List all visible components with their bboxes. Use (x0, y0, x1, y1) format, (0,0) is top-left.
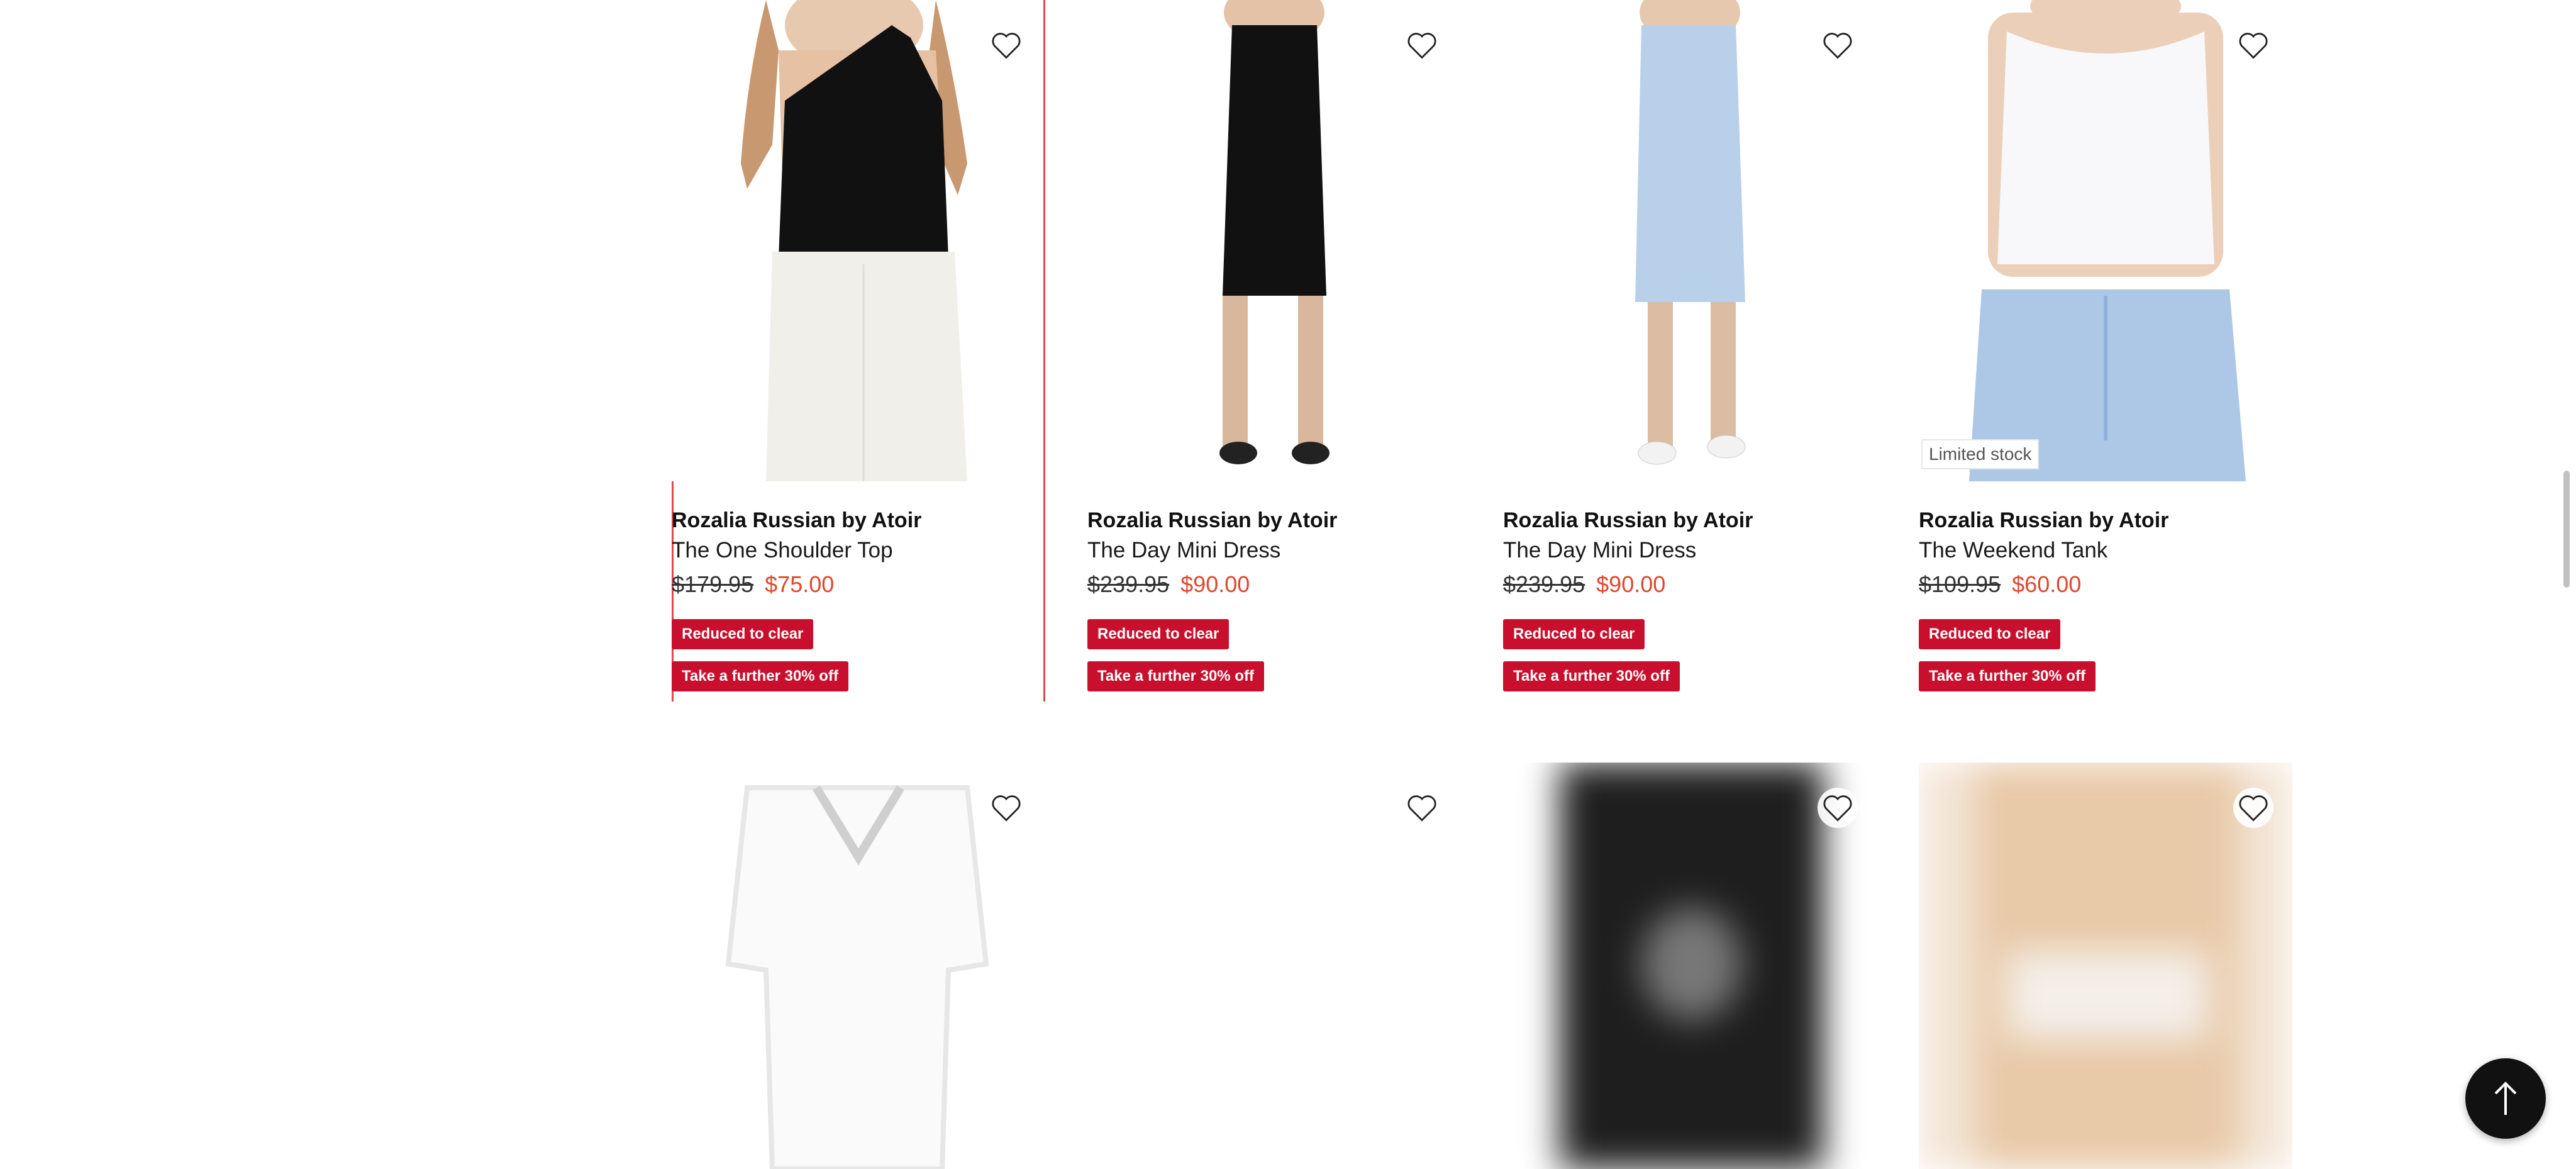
was-price: $109.95 (1919, 571, 2001, 597)
heart-outline-icon (992, 33, 1021, 59)
product-brand: Rozalia Russian by Atoir (1087, 508, 1338, 532)
sale-price: $90.00 (1180, 571, 1250, 597)
sale-price: $75.00 (765, 571, 835, 597)
product-title[interactable]: The Day Mini Dress (1087, 538, 1280, 563)
product-prices: $179.95 $75.00 (672, 571, 834, 598)
product-brand: Rozalia Russian by Atoir (672, 508, 922, 532)
product-card[interactable]: Rozalia Russian by Atoir The One Shoulde… (672, 0, 1045, 702)
product-image[interactable] (1087, 0, 1461, 481)
product-image[interactable] (672, 763, 1045, 1169)
product-prices: $109.95 $60.00 (1919, 571, 2081, 598)
reduced-tag: Reduced to clear (1919, 619, 2061, 649)
page-scrollbar[interactable] (2563, 471, 2570, 588)
heart-outline-icon (2239, 33, 2268, 59)
product-photo-day-mini-dress-black (1087, 0, 1461, 481)
further-off-tag: Take a further 30% off (1503, 661, 1680, 691)
product-photo-loading (1919, 763, 2292, 1169)
wishlist-button[interactable] (1402, 788, 1442, 828)
product-title[interactable]: The Day Mini Dress (1503, 538, 1696, 563)
limited-stock-badge: Limited stock (1921, 439, 2040, 469)
reduced-tag: Reduced to clear (672, 619, 814, 649)
product-card[interactable]: Rozalia Russian by Atoir The Day Mini Dr… (1503, 0, 1877, 702)
product-image[interactable] (1087, 763, 1461, 1169)
product-card[interactable] (1087, 763, 1461, 1169)
was-price: $239.95 (1503, 571, 1585, 597)
reduced-tag: Reduced to clear (1503, 619, 1645, 649)
product-photo-loading (1503, 763, 1877, 1169)
reduced-tag: Reduced to clear (1087, 619, 1230, 649)
product-image[interactable] (672, 0, 1045, 481)
wishlist-button[interactable] (2233, 788, 2273, 828)
heart-outline-icon (1407, 33, 1436, 59)
was-price: $239.95 (1087, 571, 1170, 597)
wishlist-button[interactable] (986, 788, 1026, 828)
arrow-up-icon (2494, 1082, 2517, 1115)
product-card[interactable] (1503, 763, 1877, 1169)
wishlist-button[interactable] (1818, 25, 1858, 65)
product-card[interactable]: Limited stock Rozalia Russian by Atoir T… (1919, 0, 2292, 702)
product-photo-one-shoulder-top (672, 0, 1045, 481)
was-price: $179.95 (672, 571, 754, 597)
wishlist-button[interactable] (1818, 788, 1858, 828)
heart-outline-icon (992, 795, 1021, 822)
sale-price: $60.00 (2012, 571, 2082, 597)
heart-outline-icon (1823, 33, 1852, 59)
further-off-tag: Take a further 30% off (1919, 661, 2096, 691)
product-photo-weekend-tank (1919, 0, 2292, 481)
sale-price: $90.00 (1596, 571, 1666, 597)
further-off-tag: Take a further 30% off (1087, 661, 1264, 691)
product-title[interactable]: The One Shoulder Top (672, 538, 893, 563)
wishlist-button[interactable] (986, 25, 1026, 65)
back-to-top-button[interactable] (2465, 1058, 2546, 1139)
product-prices: $239.95 $90.00 (1087, 571, 1250, 598)
product-image[interactable] (1503, 0, 1877, 481)
product-image[interactable] (1919, 763, 2292, 1169)
heart-outline-icon (1823, 795, 1852, 822)
product-card[interactable]: Rozalia Russian by Atoir The Day Mini Dr… (1087, 0, 1461, 702)
wishlist-button[interactable] (2233, 25, 2273, 65)
product-photo-day-mini-dress-blue (1503, 0, 1877, 481)
further-off-tag: Take a further 30% off (672, 661, 848, 691)
product-card[interactable] (672, 763, 1045, 1169)
product-image[interactable] (1503, 763, 1877, 1169)
product-brand: Rozalia Russian by Atoir (1503, 508, 1753, 532)
product-brand: Rozalia Russian by Atoir (1919, 508, 2169, 532)
product-title[interactable]: The Weekend Tank (1919, 538, 2107, 563)
product-card[interactable] (1919, 763, 2292, 1169)
heart-outline-icon (2239, 795, 2268, 822)
product-prices: $239.95 $90.00 (1503, 571, 1665, 598)
product-image[interactable] (1919, 0, 2292, 481)
heart-outline-icon (1407, 795, 1436, 822)
wishlist-button[interactable] (1402, 25, 1442, 65)
product-photo-loading (672, 763, 1045, 1169)
